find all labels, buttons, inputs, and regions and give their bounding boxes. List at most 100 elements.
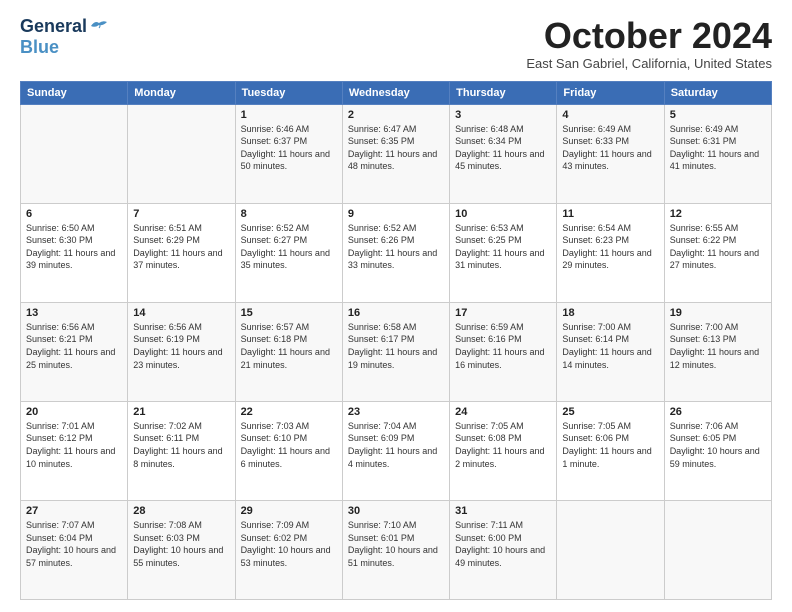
day-number: 19 <box>670 307 766 319</box>
day-info: Sunrise: 6:56 AM Sunset: 6:19 PM Dayligh… <box>133 321 229 371</box>
day-info: Sunrise: 7:09 AM Sunset: 6:02 PM Dayligh… <box>241 519 337 569</box>
calendar-cell: 26 Sunrise: 7:06 AM Sunset: 6:05 PM Dayli… <box>664 401 771 500</box>
logo: General Blue <box>20 16 109 58</box>
calendar-cell: 2 Sunrise: 6:47 AM Sunset: 6:35 PM Daylig… <box>342 104 449 203</box>
day-number: 17 <box>455 307 551 319</box>
calendar-cell <box>664 500 771 599</box>
day-info: Sunrise: 6:47 AM Sunset: 6:35 PM Dayligh… <box>348 123 444 173</box>
day-number: 29 <box>241 505 337 517</box>
day-info: Sunrise: 7:05 AM Sunset: 6:08 PM Dayligh… <box>455 420 551 470</box>
calendar-cell <box>128 104 235 203</box>
calendar-cell: 19 Sunrise: 7:00 AM Sunset: 6:13 PM Dayli… <box>664 302 771 401</box>
col-header-friday: Friday <box>557 81 664 104</box>
day-info: Sunrise: 6:59 AM Sunset: 6:16 PM Dayligh… <box>455 321 551 371</box>
calendar-cell: 14Sunrise: 6:56 AM Sunset: 6:19 PM Dayli… <box>128 302 235 401</box>
calendar-cell: 18 Sunrise: 7:00 AM Sunset: 6:14 PM Dayli… <box>557 302 664 401</box>
day-number: 6 <box>26 208 122 220</box>
day-number: 16 <box>348 307 444 319</box>
day-info: Sunrise: 6:52 AM Sunset: 6:27 PM Dayligh… <box>241 222 337 272</box>
day-number: 1 <box>241 109 337 121</box>
calendar-cell: 22 Sunrise: 7:03 AM Sunset: 6:10 PM Dayli… <box>235 401 342 500</box>
page: General Blue October 2024 East San Gabri… <box>0 0 792 612</box>
day-info: Sunrise: 7:03 AM Sunset: 6:10 PM Dayligh… <box>241 420 337 470</box>
calendar-cell: 11 Sunrise: 6:54 AM Sunset: 6:23 PM Dayli… <box>557 203 664 302</box>
day-info: Sunrise: 6:54 AM Sunset: 6:23 PM Dayligh… <box>562 222 658 272</box>
day-info: Sunrise: 6:46 AM Sunset: 6:37 PM Dayligh… <box>241 123 337 173</box>
day-number: 9 <box>348 208 444 220</box>
day-number: 11 <box>562 208 658 220</box>
col-header-monday: Monday <box>128 81 235 104</box>
day-info: Sunrise: 6:48 AM Sunset: 6:34 PM Dayligh… <box>455 123 551 173</box>
day-info: Sunrise: 6:49 AM Sunset: 6:31 PM Dayligh… <box>670 123 766 173</box>
calendar-cell: 4 Sunrise: 6:49 AM Sunset: 6:33 PM Daylig… <box>557 104 664 203</box>
calendar-cell: 12 Sunrise: 6:55 AM Sunset: 6:22 PM Dayli… <box>664 203 771 302</box>
calendar-cell: 15 Sunrise: 6:57 AM Sunset: 6:18 PM Dayli… <box>235 302 342 401</box>
day-number: 27 <box>26 505 122 517</box>
day-info: Sunrise: 7:05 AM Sunset: 6:06 PM Dayligh… <box>562 420 658 470</box>
day-number: 24 <box>455 406 551 418</box>
day-info: Sunrise: 6:51 AM Sunset: 6:29 PM Dayligh… <box>133 222 229 272</box>
calendar-cell <box>557 500 664 599</box>
day-number: 25 <box>562 406 658 418</box>
calendar-cell <box>21 104 128 203</box>
logo-bird-icon <box>89 18 109 34</box>
day-info: Sunrise: 7:02 AM Sunset: 6:11 PM Dayligh… <box>133 420 229 470</box>
calendar-cell: 21 Sunrise: 7:02 AM Sunset: 6:11 PM Dayli… <box>128 401 235 500</box>
header: General Blue October 2024 East San Gabri… <box>20 16 772 71</box>
day-number: 22 <box>241 406 337 418</box>
title-block: October 2024 East San Gabriel, Californi… <box>526 16 772 71</box>
day-info: Sunrise: 7:08 AM Sunset: 6:03 PM Dayligh… <box>133 519 229 569</box>
calendar-cell: 23Sunrise: 7:04 AM Sunset: 6:09 PM Dayli… <box>342 401 449 500</box>
calendar-cell: 7Sunrise: 6:51 AM Sunset: 6:29 PM Daylig… <box>128 203 235 302</box>
calendar-cell: 28Sunrise: 7:08 AM Sunset: 6:03 PM Dayli… <box>128 500 235 599</box>
day-number: 18 <box>562 307 658 319</box>
day-info: Sunrise: 7:00 AM Sunset: 6:13 PM Dayligh… <box>670 321 766 371</box>
day-info: Sunrise: 6:49 AM Sunset: 6:33 PM Dayligh… <box>562 123 658 173</box>
calendar-cell: 5 Sunrise: 6:49 AM Sunset: 6:31 PM Daylig… <box>664 104 771 203</box>
calendar-cell: 8Sunrise: 6:52 AM Sunset: 6:27 PM Daylig… <box>235 203 342 302</box>
day-number: 12 <box>670 208 766 220</box>
day-number: 15 <box>241 307 337 319</box>
day-info: Sunrise: 7:06 AM Sunset: 6:05 PM Dayligh… <box>670 420 766 470</box>
month-title: October 2024 <box>526 16 772 56</box>
calendar-table: SundayMondayTuesdayWednesdayThursdayFrid… <box>20 81 772 600</box>
calendar-cell: 16Sunrise: 6:58 AM Sunset: 6:17 PM Dayli… <box>342 302 449 401</box>
day-info: Sunrise: 7:11 AM Sunset: 6:00 PM Dayligh… <box>455 519 551 569</box>
day-number: 21 <box>133 406 229 418</box>
day-number: 26 <box>670 406 766 418</box>
calendar-cell: 9 Sunrise: 6:52 AM Sunset: 6:26 PM Daylig… <box>342 203 449 302</box>
day-number: 4 <box>562 109 658 121</box>
col-header-saturday: Saturday <box>664 81 771 104</box>
col-header-tuesday: Tuesday <box>235 81 342 104</box>
day-info: Sunrise: 6:56 AM Sunset: 6:21 PM Dayligh… <box>26 321 122 371</box>
day-info: Sunrise: 6:55 AM Sunset: 6:22 PM Dayligh… <box>670 222 766 272</box>
calendar-cell: 27 Sunrise: 7:07 AM Sunset: 6:04 PM Dayli… <box>21 500 128 599</box>
col-header-wednesday: Wednesday <box>342 81 449 104</box>
subtitle: East San Gabriel, California, United Sta… <box>526 56 772 71</box>
day-info: Sunrise: 6:57 AM Sunset: 6:18 PM Dayligh… <box>241 321 337 371</box>
day-info: Sunrise: 6:52 AM Sunset: 6:26 PM Dayligh… <box>348 222 444 272</box>
logo-general: General <box>20 16 87 37</box>
logo-blue: Blue <box>20 37 59 58</box>
calendar-cell: 31Sunrise: 7:11 AM Sunset: 6:00 PM Dayli… <box>450 500 557 599</box>
calendar-cell: 10Sunrise: 6:53 AM Sunset: 6:25 PM Dayli… <box>450 203 557 302</box>
calendar-cell: 25 Sunrise: 7:05 AM Sunset: 6:06 PM Dayli… <box>557 401 664 500</box>
day-number: 20 <box>26 406 122 418</box>
calendar-cell: 3 Sunrise: 6:48 AM Sunset: 6:34 PM Daylig… <box>450 104 557 203</box>
calendar-cell: 20Sunrise: 7:01 AM Sunset: 6:12 PM Dayli… <box>21 401 128 500</box>
day-number: 3 <box>455 109 551 121</box>
day-info: Sunrise: 7:00 AM Sunset: 6:14 PM Dayligh… <box>562 321 658 371</box>
day-number: 10 <box>455 208 551 220</box>
day-number: 5 <box>670 109 766 121</box>
calendar-cell: 29 Sunrise: 7:09 AM Sunset: 6:02 PM Dayli… <box>235 500 342 599</box>
calendar-cell: 6 Sunrise: 6:50 AM Sunset: 6:30 PM Daylig… <box>21 203 128 302</box>
day-info: Sunrise: 7:10 AM Sunset: 6:01 PM Dayligh… <box>348 519 444 569</box>
calendar-cell: 17 Sunrise: 6:59 AM Sunset: 6:16 PM Dayli… <box>450 302 557 401</box>
day-number: 30 <box>348 505 444 517</box>
col-header-sunday: Sunday <box>21 81 128 104</box>
calendar-cell: 24 Sunrise: 7:05 AM Sunset: 6:08 PM Dayli… <box>450 401 557 500</box>
calendar-cell: 30 Sunrise: 7:10 AM Sunset: 6:01 PM Dayli… <box>342 500 449 599</box>
day-info: Sunrise: 6:50 AM Sunset: 6:30 PM Dayligh… <box>26 222 122 272</box>
day-number: 2 <box>348 109 444 121</box>
day-info: Sunrise: 7:07 AM Sunset: 6:04 PM Dayligh… <box>26 519 122 569</box>
